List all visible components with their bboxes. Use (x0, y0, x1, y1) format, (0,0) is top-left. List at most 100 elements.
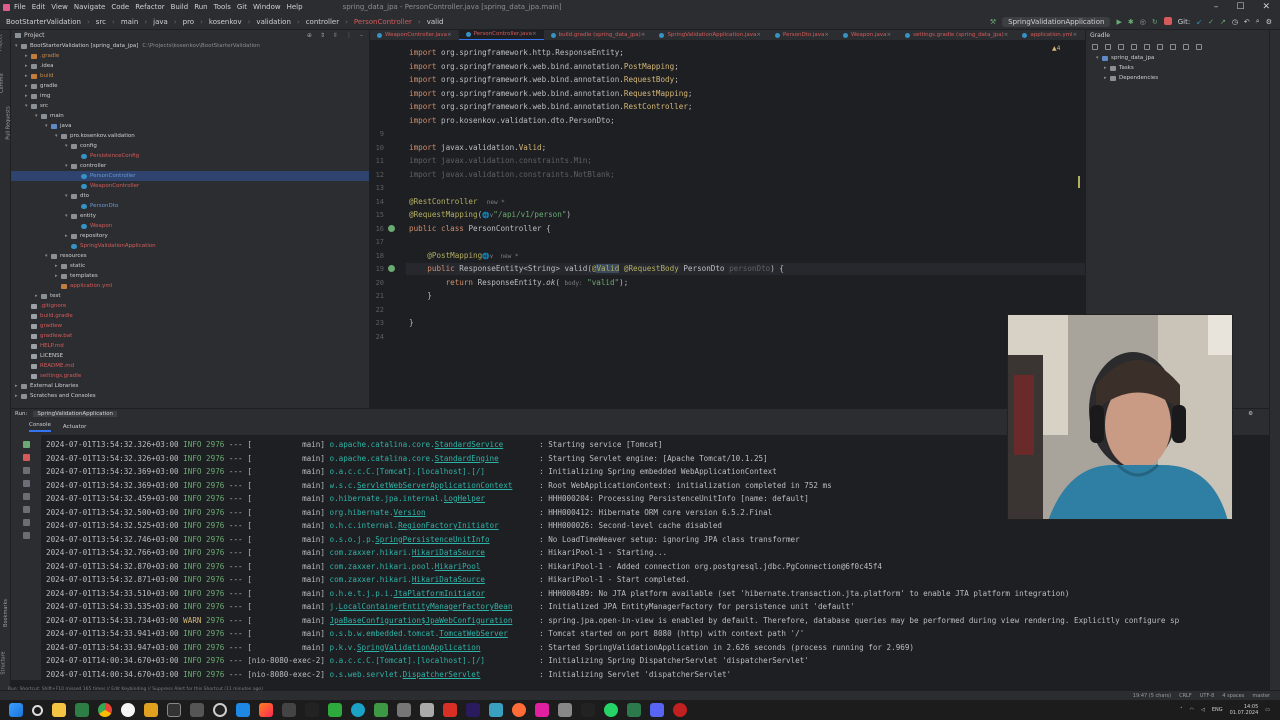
status-item[interactable]: 19:47 (5 chars) (1133, 693, 1171, 699)
log-logger-class[interactable]: ServletWebServerApplicationContext (357, 481, 512, 490)
execute-icon[interactable] (1170, 44, 1176, 50)
project-tree-item[interactable]: PersonController (11, 171, 369, 181)
options-icon[interactable]: ⋮ (346, 32, 352, 39)
project-tree-item[interactable]: SpringValidationApplication (11, 241, 369, 251)
project-tree-item[interactable]: PersonDto (11, 201, 369, 211)
tent-app-icon[interactable] (581, 703, 595, 717)
pdf-icon[interactable] (443, 703, 457, 717)
breadcrumb-item[interactable]: java (153, 18, 168, 26)
project-tree-item[interactable]: ▾ config (11, 141, 369, 151)
project-tree-item[interactable]: ▸ .gradle (11, 51, 369, 61)
project-tree-item[interactable]: ▸ build (11, 71, 369, 81)
rerun-icon[interactable]: ↻ (1152, 18, 1158, 26)
project-tool-button[interactable]: Project (0, 34, 4, 51)
run-icon[interactable]: ▶ (1116, 18, 1121, 26)
run-tab-console[interactable]: Console (29, 422, 51, 432)
restore-layout-icon[interactable] (22, 467, 30, 474)
breadcrumb-item[interactable]: controller (306, 18, 339, 26)
editor-tab[interactable]: Weapon.java × (836, 30, 898, 40)
breadcrumb-item[interactable]: main (121, 18, 139, 26)
log-logger-class[interactable]: DispatcherServlet (403, 670, 481, 679)
editor-tab[interactable]: PersonController.java × (458, 30, 544, 40)
close-tab-icon[interactable]: × (641, 32, 646, 38)
project-tree-item[interactable]: gradlew (11, 321, 369, 331)
wifi-icon[interactable]: ◠ (1190, 707, 1194, 713)
project-tree-item[interactable]: LICENSE (11, 351, 369, 361)
calendar-icon[interactable] (75, 703, 89, 717)
minimize-icon[interactable]: – (1214, 2, 1219, 12)
breadcrumb-item[interactable]: kosenkov (209, 18, 242, 26)
gradle-panel-title[interactable]: Gradle (1090, 32, 1110, 39)
status-item[interactable]: UTF-8 (1200, 693, 1215, 699)
expand-icon[interactable] (1131, 44, 1137, 50)
volume-icon[interactable]: ◁ (1201, 707, 1205, 713)
project-tree-item[interactable]: ▸ External Libraries (11, 381, 369, 391)
print-icon[interactable] (22, 506, 30, 513)
breadcrumb-item[interactable]: pro (183, 18, 194, 26)
project-tree-item[interactable]: ▾ java (11, 121, 369, 131)
log-logger-class[interactable]: SpringValidationApplication (357, 643, 480, 652)
settings-gear-icon[interactable]: ⚙ (1266, 18, 1272, 26)
editor-tab[interactable]: SpringValidationApplication.java × (652, 30, 768, 40)
edge-icon[interactable] (351, 703, 365, 717)
scroll-end-icon[interactable] (22, 493, 30, 500)
gradle-tree-item[interactable]: ▸ Dependencies (1092, 73, 1269, 83)
project-tree-item[interactable]: ▸ templates (11, 271, 369, 281)
project-tree-item[interactable]: README.md (11, 361, 369, 371)
close-tab-icon[interactable]: × (756, 32, 761, 38)
log-logger[interactable]: com.zaxxer.hikari.pool.HikariPool (330, 562, 535, 571)
bean-gutter-icon-19[interactable] (388, 265, 395, 272)
log-logger-class[interactable]: JpaBaseConfiguration$JpaWebConfiguration (330, 616, 513, 625)
menu-item-edit[interactable]: Edit (32, 3, 46, 11)
log-logger[interactable]: org.hibernate.Version (330, 508, 535, 517)
wrench-icon[interactable] (1196, 44, 1202, 50)
project-tree-item[interactable]: ▾ entity (11, 211, 369, 221)
hide-icon[interactable]: – (360, 32, 363, 39)
project-tree-item[interactable]: WeaponController (11, 181, 369, 191)
log-logger[interactable]: com.zaxxer.hikari.HikariDataSource (330, 575, 535, 584)
log-logger[interactable]: o.h.e.t.j.p.i.JtaPlatformInitiator (330, 589, 535, 598)
gradle-tree-item[interactable]: ▸ Tasks (1092, 63, 1269, 73)
log-logger[interactable]: JpaBaseConfiguration$JpaWebConfiguration (330, 616, 535, 625)
menu-item-help[interactable]: Help (287, 3, 303, 11)
pin-icon[interactable] (22, 532, 30, 539)
log-logger-class[interactable]: SpringPersistenceUnitInfo (375, 535, 489, 544)
log-logger[interactable]: w.s.c.ServletWebServerApplicationContext (330, 481, 535, 490)
gradle-tree-item[interactable]: ▾ spring_data_jpa (1092, 53, 1269, 63)
menu-item-git[interactable]: Git (237, 3, 247, 11)
discord-icon[interactable] (650, 703, 664, 717)
maximize-icon[interactable]: ☐ (1236, 2, 1244, 12)
project-tree-item[interactable]: ▸ test (11, 291, 369, 301)
download-icon[interactable] (1118, 44, 1124, 50)
commit-tool-button[interactable]: Commit (0, 73, 5, 93)
close-tab-icon[interactable]: × (1004, 32, 1009, 38)
stop-icon[interactable] (1163, 16, 1172, 27)
close-icon[interactable]: ✕ (1262, 2, 1270, 12)
locate-icon[interactable]: ⊕ (307, 32, 312, 39)
project-tree-item[interactable]: ▾ resources (11, 251, 369, 261)
bookmarks-tool-button[interactable]: Bookmarks (3, 599, 9, 627)
status-message[interactable]: Run: Shortcut: Shift+F10 missed 165 time… (8, 687, 263, 692)
git-update-icon[interactable]: ↙ (1196, 18, 1202, 26)
status-item[interactable]: master (1252, 693, 1270, 699)
menu-item-tools[interactable]: Tools (214, 3, 231, 11)
project-tree-item[interactable]: ▸ gradle (11, 81, 369, 91)
editor-tab[interactable]: WeaponController.java × (370, 30, 459, 40)
breadcrumb-item[interactable]: BootStarterValidation (6, 18, 81, 26)
log-logger-class[interactable]: StandardEngine (435, 454, 499, 463)
search-icon[interactable] (32, 704, 43, 716)
log-logger-class[interactable]: LocalContainerEntityManagerFactoryBean (339, 602, 513, 611)
log-logger-class[interactable]: HikariDataSource (412, 548, 485, 557)
calculator-icon[interactable] (190, 703, 204, 717)
editor-tab[interactable]: build.gradle (spring_data_jpa) × (544, 30, 653, 40)
project-tree-item[interactable]: Weapon (11, 221, 369, 231)
project-tree-item[interactable]: ▸ .idea (11, 61, 369, 71)
clear-icon[interactable] (22, 519, 30, 526)
log-logger[interactable]: o.s.b.w.embedded.tomcat.TomcatWebServer (330, 629, 535, 638)
terminal-icon[interactable] (167, 703, 181, 717)
whatsapp-icon[interactable] (604, 703, 618, 717)
tray-arrow-icon[interactable]: ˄ (1180, 707, 1183, 713)
close-tab-icon[interactable]: × (447, 32, 452, 38)
obs-icon[interactable] (213, 703, 227, 717)
media-player-icon[interactable] (328, 703, 342, 717)
